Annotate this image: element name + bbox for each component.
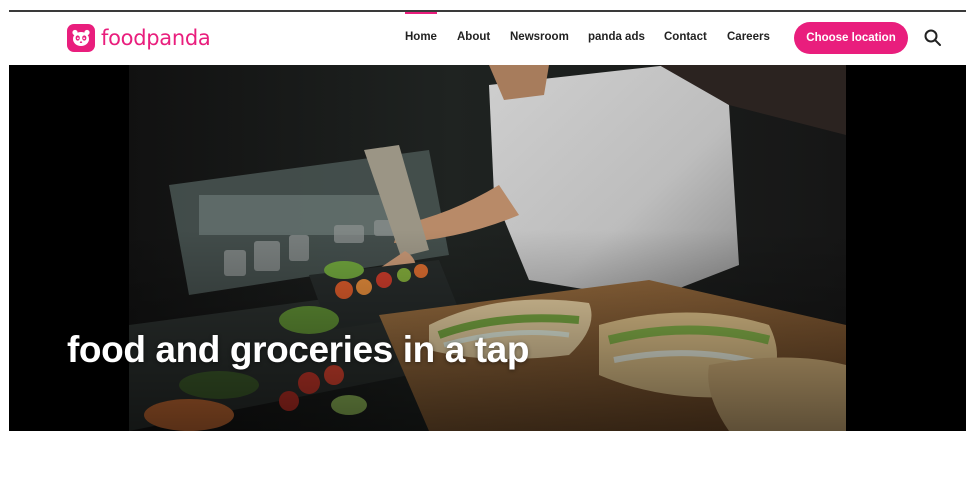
nav-item-panda-ads[interactable]: panda ads bbox=[588, 31, 645, 43]
search-icon[interactable] bbox=[923, 28, 943, 48]
nav-item-newsroom[interactable]: Newsroom bbox=[510, 31, 569, 43]
choose-location-button[interactable]: Choose location bbox=[794, 22, 908, 54]
nav-item-home[interactable]: Home bbox=[405, 12, 437, 43]
hero-banner: food and groceries in a tap bbox=[9, 65, 966, 431]
nav-item-contact[interactable]: Contact bbox=[664, 31, 707, 43]
site-header: foodpanda Home About Newsroom panda ads … bbox=[9, 12, 966, 65]
hero-photo bbox=[129, 65, 846, 431]
nav-item-careers[interactable]: Careers bbox=[727, 31, 770, 43]
hero-title: food and groceries in a tap bbox=[67, 329, 530, 370]
nav-item-about[interactable]: About bbox=[457, 31, 490, 43]
